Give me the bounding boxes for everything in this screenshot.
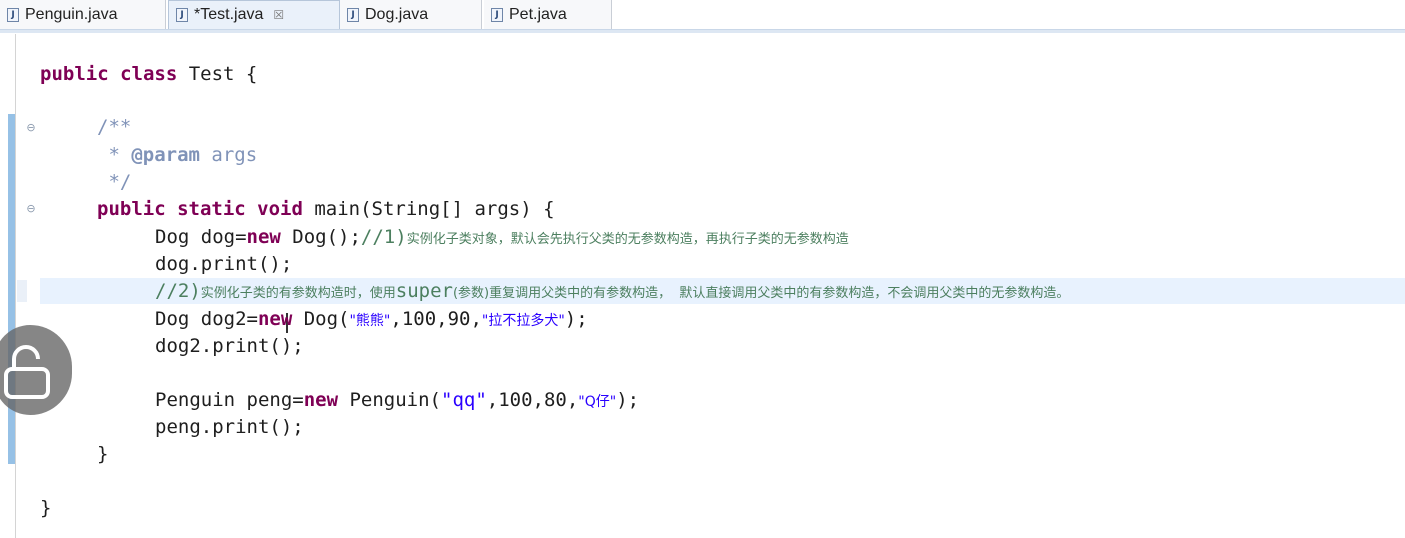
code-text: Test { [177, 63, 258, 85]
code-line-5: public static void main(String[] args) { [97, 197, 555, 221]
comment: (参数)重复调用父类中的有参数构造， 默认直接调用父类中的有参数构造，不会调用父… [452, 286, 1070, 301]
tab-pet-java[interactable]: J Pet.java [484, 0, 612, 29]
string-literal: "拉不拉多犬" [481, 313, 565, 329]
comment: 实例化子类的有参数构造时，使用 [200, 286, 396, 301]
code-line-10: dog2.print(); [155, 334, 304, 358]
code-line-8: //2)实例化子类的有参数构造时，使用super(参数)重复调用父类中的有参数构… [155, 279, 1069, 306]
code-text: Dog( [292, 308, 350, 330]
code-text: ,100,90, [390, 308, 482, 330]
code-line-14: } [40, 496, 51, 520]
tab-dog-java[interactable]: J Dog.java [340, 0, 482, 29]
string-literal: "Q仔" [578, 394, 617, 410]
string-literal: "熊熊" [349, 313, 391, 329]
fold-toggle-icon[interactable]: ⊖ [25, 122, 37, 134]
code-line-1: public class Test { [40, 62, 257, 86]
code-line-11: Penguin peng=new Penguin("qq",100,80,"Q仔… [155, 388, 639, 414]
fold-toggle-icon[interactable]: ⊖ [25, 203, 37, 215]
code-text: dog.print(); [155, 253, 293, 275]
editor-tab-bar: J Penguin.java J *Test.java ☒ J Dog.java… [0, 0, 1405, 33]
code-text: Dog dog= [155, 226, 247, 248]
code-text: Penguin( [338, 389, 441, 411]
code-line-13: } [97, 442, 108, 466]
java-file-icon: J [7, 7, 19, 22]
code-text: dog2.print(); [155, 335, 304, 357]
code-text: } [40, 497, 52, 519]
code-editor[interactable]: ⊖ ⊖ public class Test { /** * @param arg… [0, 34, 1405, 538]
close-icon[interactable]: ☒ [273, 8, 284, 22]
javadoc-tag: @param [131, 144, 200, 166]
javadoc-text: * [97, 144, 132, 166]
javadoc-text: */ [97, 171, 132, 193]
tab-label: *Test.java [194, 6, 264, 23]
tab-bar-divider [0, 29, 1405, 33]
tab-test-java[interactable]: J *Test.java ☒ [168, 0, 340, 29]
ruler-border [15, 34, 16, 538]
tab-label: Pet.java [509, 5, 567, 23]
code-line-12: peng.print(); [155, 415, 304, 439]
code-text: } [97, 443, 109, 465]
java-file-icon: J [176, 8, 188, 22]
java-file-icon: J [491, 7, 503, 22]
code-text: ,100,80, [486, 389, 579, 411]
code-text: main(String[] args) { [302, 198, 555, 220]
code-line-4: */ [97, 170, 131, 194]
java-file-icon: J [347, 7, 359, 22]
comment: super [395, 280, 453, 302]
code-line-9: Dog dog2=new Dog("熊熊",100,90,"拉不拉多犬"); [155, 307, 588, 333]
comment: 实例化子类对象，默认会先执行父类的无参数构造，再执行子类的无参数构造 [406, 232, 849, 247]
keyword: new [303, 389, 339, 411]
code-text: ); [616, 389, 640, 411]
code-text: Dog dog2= [155, 308, 258, 330]
keyword: new [257, 308, 293, 330]
code-line-6: Dog dog=new Dog();//1)实例化子类对象，默认会先执行父类的无… [155, 225, 849, 252]
code-text: ); [564, 308, 588, 330]
tab-label: Penguin.java [25, 5, 118, 23]
current-line-marker [17, 280, 27, 302]
keyword: public class [40, 63, 178, 85]
comment: //2) [155, 280, 201, 302]
comment: //1) [360, 226, 407, 248]
keyword: new [246, 226, 281, 248]
code-line-3: * @param args [97, 143, 257, 167]
code-text: peng.print(); [155, 416, 304, 438]
tab-penguin-java[interactable]: J Penguin.java [0, 0, 166, 29]
code-text: Dog(); [280, 226, 361, 248]
unlock-icon [4, 345, 50, 399]
javadoc-text: /** [97, 116, 132, 138]
code-line-2: /** [97, 115, 131, 139]
code-line-7: dog.print(); [155, 252, 292, 276]
string-literal: "qq" [441, 389, 487, 411]
code-text: Penguin peng= [155, 389, 304, 411]
javadoc-text: args [199, 144, 258, 166]
keyword: public static void [97, 198, 303, 220]
tab-label: Dog.java [365, 5, 429, 23]
